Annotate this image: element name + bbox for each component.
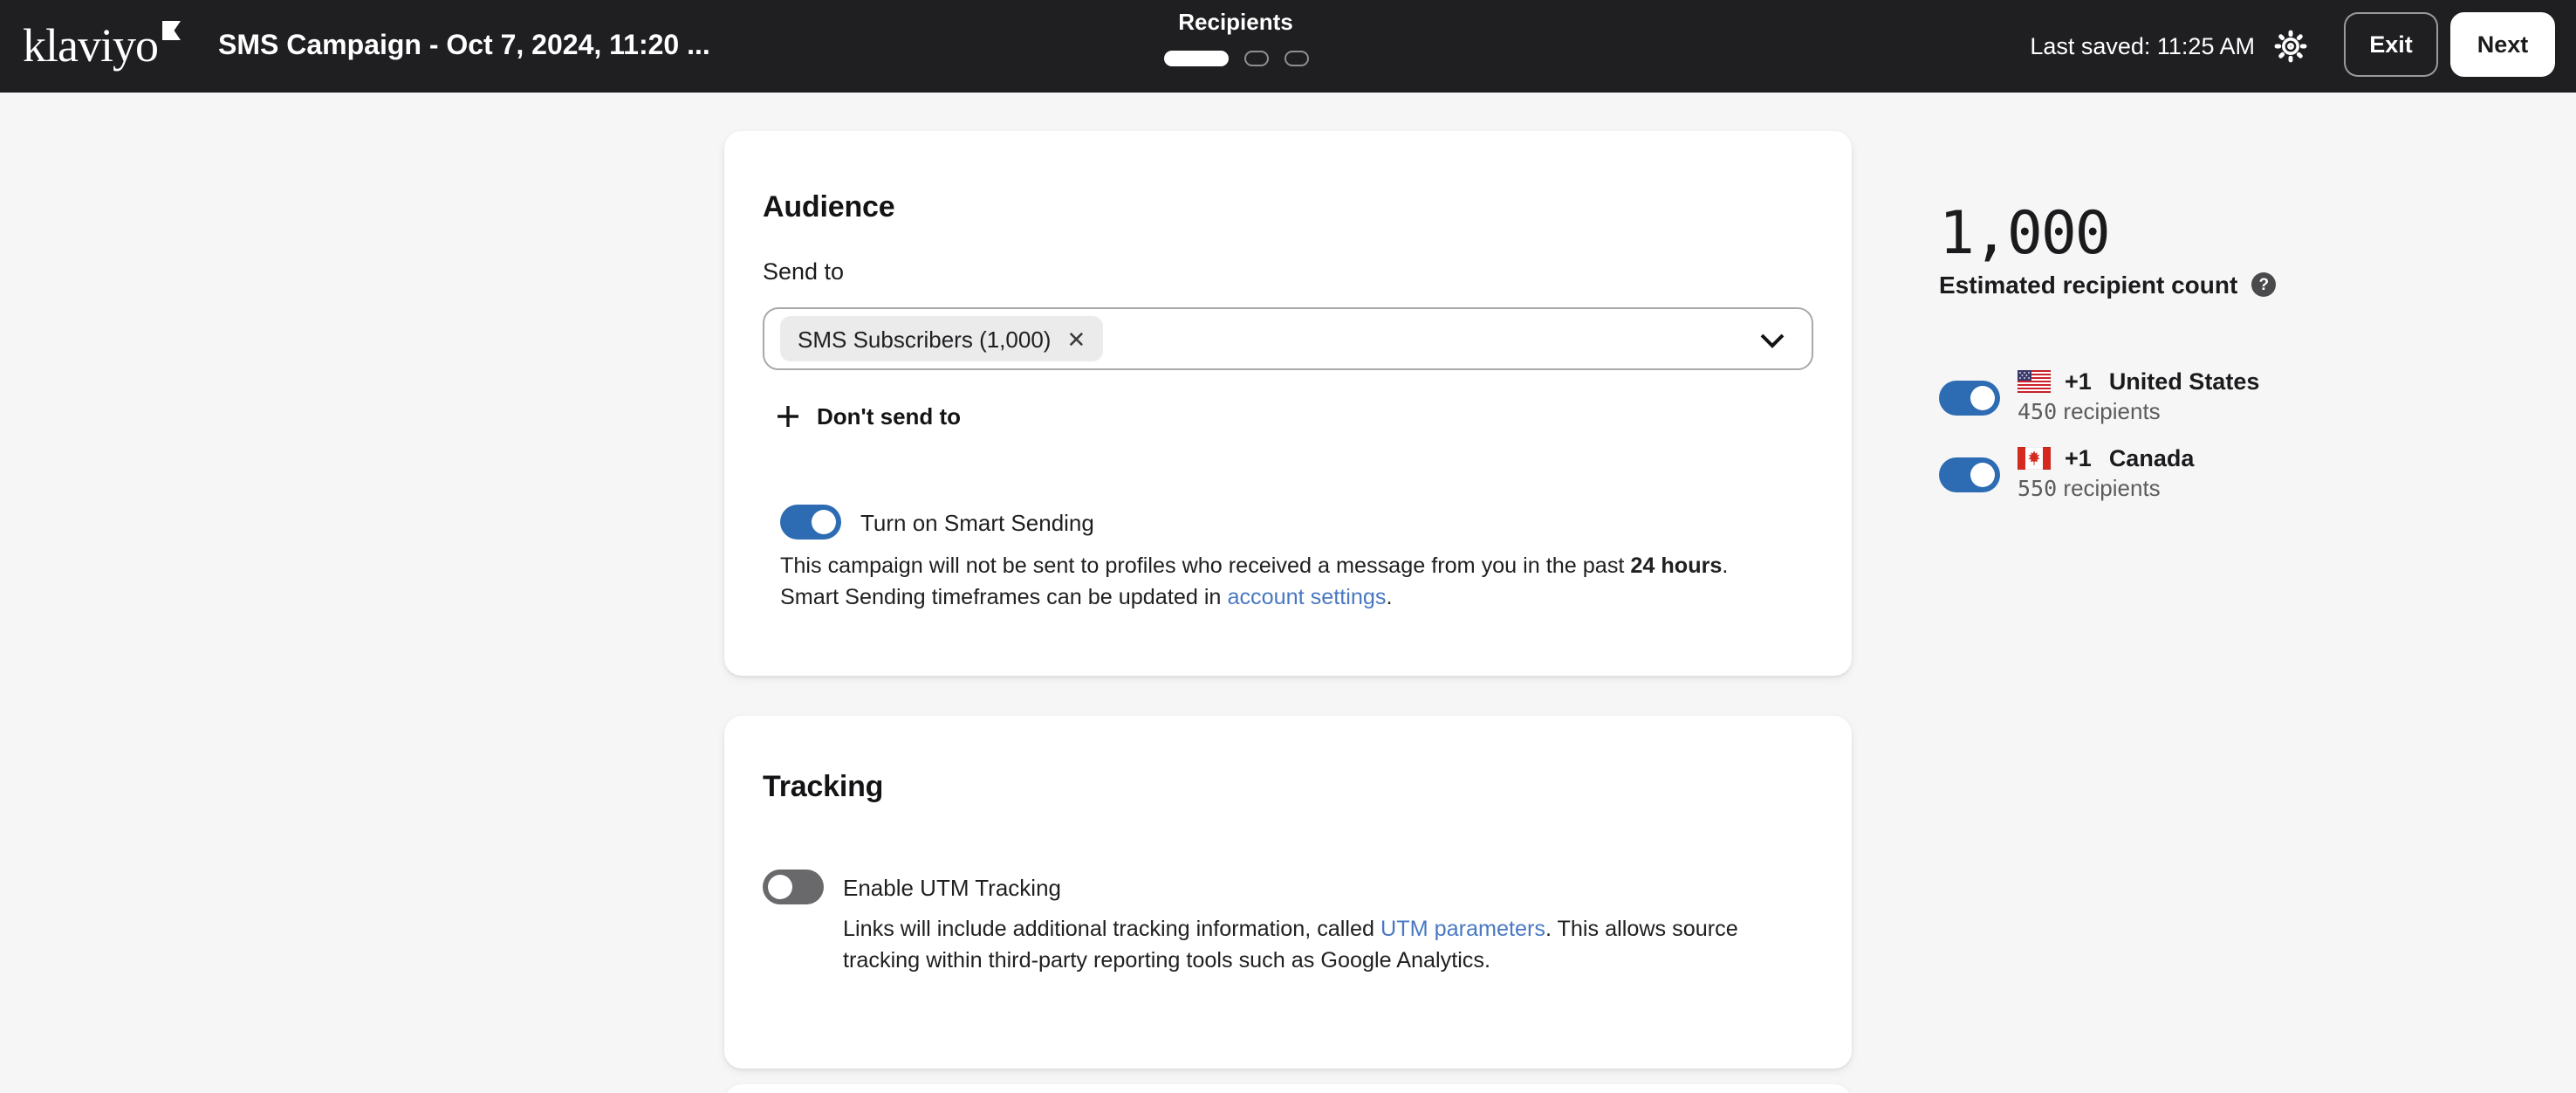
next-section-card-peek: [724, 1084, 1852, 1093]
estimated-recipient-count-label: Estimated recipient count: [1939, 271, 2237, 299]
tracking-title: Tracking: [763, 770, 883, 805]
topbar: klaviyo SMS Campaign - Oct 7, 2024, 11:2…: [0, 0, 2576, 93]
smart-desc-bold: 24 hours: [1630, 553, 1722, 578]
smart-sending-description: This campaign will not be sent to profil…: [780, 552, 1810, 613]
us-country-code: +1: [2065, 368, 2092, 395]
dont-send-to-label: Don't send to: [817, 403, 961, 430]
utm-tracking-toggle[interactable]: [763, 870, 824, 904]
us-recipient-count: 450 recipients: [2018, 398, 2259, 428]
segment-chip[interactable]: SMS Subscribers (1,000) ✕: [780, 316, 1103, 361]
country-row-canada: +1 Canada 550 recipients: [1939, 443, 2194, 505]
canada-recipient-count: 550 recipients: [2018, 475, 2194, 505]
utm-parameters-link[interactable]: UTM parameters: [1380, 917, 1545, 941]
chip-remove-icon[interactable]: ✕: [1066, 327, 1086, 350]
utm-tracking-label: Enable UTM Tracking: [843, 874, 1061, 900]
settings-gear-icon[interactable]: [2274, 30, 2307, 63]
utm-desc-line2: tracking within third-party reporting to…: [843, 945, 1820, 976]
app-root: klaviyo SMS Campaign - Oct 7, 2024, 11:2…: [0, 0, 2576, 1093]
campaign-title: SMS Campaign - Oct 7, 2024, 11:20 ...: [218, 0, 710, 93]
progress-steps: Recipients: [1129, 9, 1342, 66]
plus-icon: [777, 405, 799, 428]
estimated-recipient-count-row: Estimated recipient count ?: [1939, 271, 2276, 299]
us-country-name: United States: [2109, 368, 2260, 395]
step-pill-3[interactable]: [1284, 51, 1308, 66]
send-to-label: Send to: [763, 258, 844, 285]
utm-tracking-description: Links will include additional tracking i…: [843, 915, 1820, 976]
audience-title: Audience: [763, 190, 894, 225]
send-to-select-field[interactable]: SMS Subscribers (1,000) ✕: [763, 307, 1813, 370]
toggle-knob: [1970, 386, 1995, 410]
account-settings-link[interactable]: account settings: [1227, 584, 1386, 608]
smart-sending-toggle[interactable]: [780, 505, 841, 540]
us-country-toggle[interactable]: [1939, 381, 2000, 416]
toggle-knob: [768, 875, 792, 899]
canada-country-name: Canada: [2109, 445, 2195, 471]
klaviyo-flag-icon: [161, 21, 181, 40]
estimated-recipient-count-value: 1,000: [1939, 203, 2109, 265]
canada-country-toggle[interactable]: [1939, 457, 2000, 492]
step-pill-2[interactable]: [1243, 51, 1268, 66]
smart-desc-text: This campaign will not be sent to profil…: [780, 553, 1630, 578]
country-row-united-states: +1 United States 450 recipients: [1939, 367, 2259, 428]
smart-desc-line2: Smart Sending timeframes can be updated …: [780, 582, 1810, 613]
last-saved-status: Last saved: 11:25 AM: [2030, 0, 2255, 93]
audience-card: Audience Send to SMS Subscribers (1,000)…: [724, 131, 1852, 676]
smart-sending-row: Turn on Smart Sending: [780, 505, 1094, 540]
step-pills: [1129, 51, 1342, 66]
utm-tracking-row: Enable UTM Tracking: [763, 870, 1061, 904]
tracking-card: Tracking Enable UTM Tracking Links will …: [724, 716, 1852, 1069]
toggle-knob: [1970, 463, 1995, 487]
help-icon[interactable]: ?: [2251, 272, 2276, 297]
toggle-knob: [812, 510, 836, 534]
klaviyo-wordmark: klaviyo: [23, 23, 158, 70]
dont-send-to-button[interactable]: Don't send to: [777, 403, 961, 430]
smart-sending-label: Turn on Smart Sending: [860, 509, 1094, 535]
step-pill-1-active[interactable]: [1163, 51, 1228, 66]
canada-flag-icon: [2018, 447, 2051, 470]
klaviyo-logo[interactable]: klaviyo: [23, 0, 181, 93]
next-button[interactable]: Next: [2450, 12, 2555, 77]
us-flag-icon: [2018, 370, 2051, 393]
exit-button[interactable]: Exit: [2344, 12, 2438, 77]
chevron-down-icon[interactable]: [1759, 333, 1785, 349]
segment-chip-label: SMS Subscribers (1,000): [798, 326, 1051, 352]
canada-country-code: +1: [2065, 445, 2092, 471]
step-label-recipients: Recipients: [1129, 9, 1342, 37]
